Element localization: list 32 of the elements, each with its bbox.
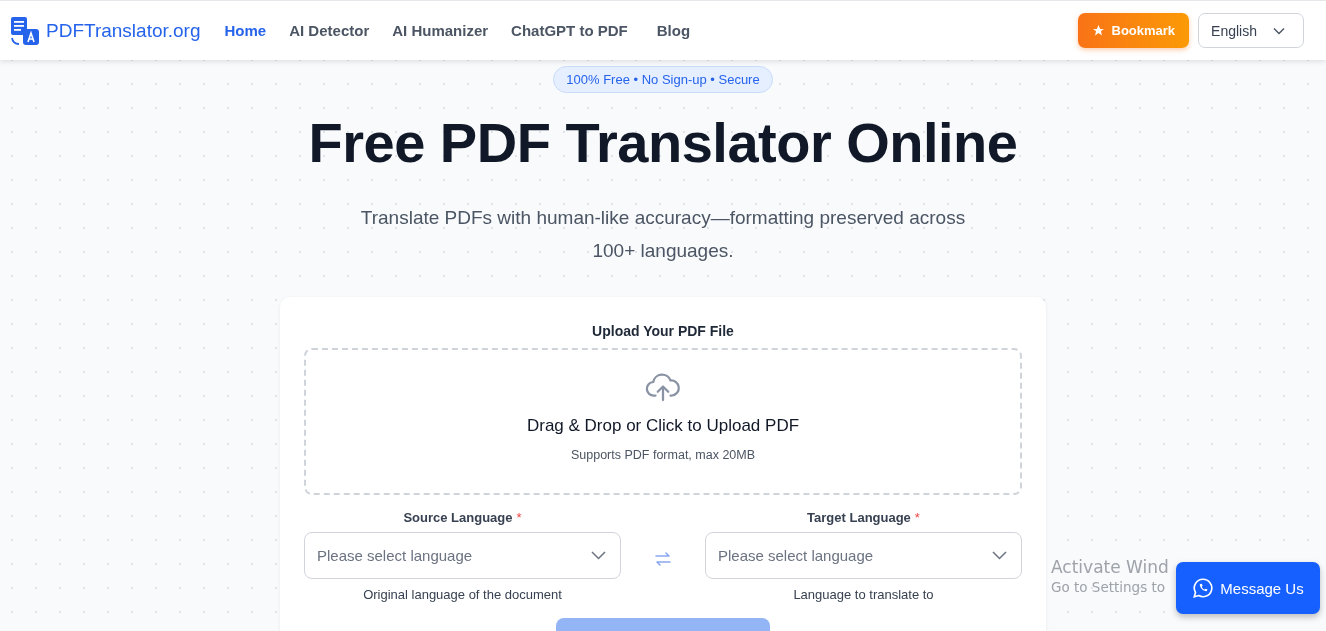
required-mark: * [516, 510, 522, 525]
field-help-text: Language to translate to [793, 587, 934, 602]
os-notice-text: Go to Settings to [1051, 579, 1167, 595]
os-notice-title: Activate Wind [1051, 557, 1169, 577]
chevron-down-icon [992, 551, 1007, 560]
upload-dropzone[interactable]: Drag & Drop or Click to Upload PDF Supports PDF format, max 20MB [304, 348, 1022, 495]
nav-link[interactable]: ChatGPT to PDF [509, 18, 630, 43]
chevron-down-icon [591, 551, 606, 560]
required-mark: * [914, 510, 920, 525]
chat-bubble-icon [1192, 577, 1215, 599]
nav-link[interactable]: AI Detector [287, 18, 372, 43]
site-logo-link[interactable]: PDFTranslator.org [46, 19, 201, 42]
feature-badge: 100% Free • No Sign-up • Secure [553, 66, 773, 93]
field-label: Source Language [403, 510, 513, 525]
message-button[interactable]: Message Us [1176, 562, 1320, 614]
nav-link[interactable]: AI Humanizer [390, 18, 491, 43]
nav-link[interactable]: Home [222, 18, 269, 43]
dropzone-title: Drag & Drop or Click to Upload PDF [526, 416, 800, 436]
language-dropdown[interactable]: English [1198, 13, 1304, 48]
field-label: Target Language [807, 510, 911, 525]
nav-link[interactable]: Blog [654, 18, 693, 43]
swap-icon[interactable] [654, 550, 672, 568]
chevron-down-icon [1273, 26, 1285, 35]
field-help-text: Original language of the document [363, 587, 562, 602]
star-icon [1091, 24, 1105, 37]
page-subtitle: Translate PDFs with human-like accuracy—formatting preserved across 100+ languages. [359, 206, 967, 263]
language-select[interactable]: Please select language [304, 532, 621, 579]
logo-icon [10, 15, 40, 46]
language-select[interactable]: Please select language [705, 532, 1022, 579]
page-title: Free PDF Translator Online [308, 110, 1018, 176]
dropzone-hint: Supports PDF format, max 20MB [570, 448, 756, 462]
upload-label: Upload Your PDF File [591, 323, 735, 339]
